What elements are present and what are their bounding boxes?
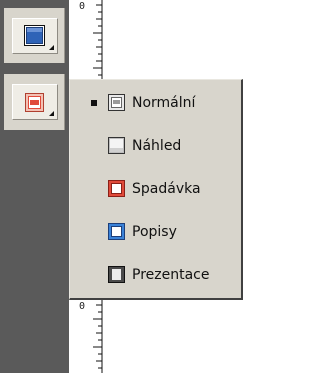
tool-slot-screen-mode [4, 8, 65, 63]
preview-view-icon [108, 137, 126, 155]
menu-item-normal[interactable]: Normální [70, 86, 242, 120]
tool-slot-view-mode [4, 74, 65, 130]
menu-item-label: Normální [132, 95, 196, 111]
view-mode-button[interactable] [12, 84, 58, 120]
bleed-view-icon [108, 180, 126, 198]
menu-item-slug[interactable]: Popisy [70, 215, 242, 249]
menu-item-label: Prezentace [132, 267, 210, 283]
view-mode-menu: Normální Náhled Spadávka Popisy Prezenta… [69, 79, 243, 300]
menu-item-label: Spadávka [132, 181, 201, 197]
menu-item-presentation[interactable]: Prezentace [70, 258, 242, 292]
view-mode-icon [25, 93, 45, 117]
menu-item-bleed[interactable]: Spadávka [70, 172, 242, 206]
ruler-label: 0 [79, 1, 86, 12]
submenu-arrow-icon [49, 45, 54, 50]
submenu-arrow-icon [49, 111, 54, 116]
ruler-label: 0 [79, 301, 86, 312]
menu-item-label: Popisy [132, 224, 177, 240]
normal-view-icon [108, 94, 126, 112]
slug-view-icon [108, 223, 126, 241]
menu-item-preview[interactable]: Náhled [70, 129, 242, 163]
indesign-view-mode-screen: 0 0 Normální Náhled Spadávka Popisy Prez… [0, 0, 253, 373]
menu-item-label: Náhled [132, 138, 182, 154]
checkmark-icon [91, 100, 97, 106]
toolbox-panel [0, 0, 69, 373]
screen-mode-button[interactable] [12, 18, 58, 54]
standard-screen-mode-icon [24, 25, 46, 51]
presentation-icon [108, 266, 126, 284]
